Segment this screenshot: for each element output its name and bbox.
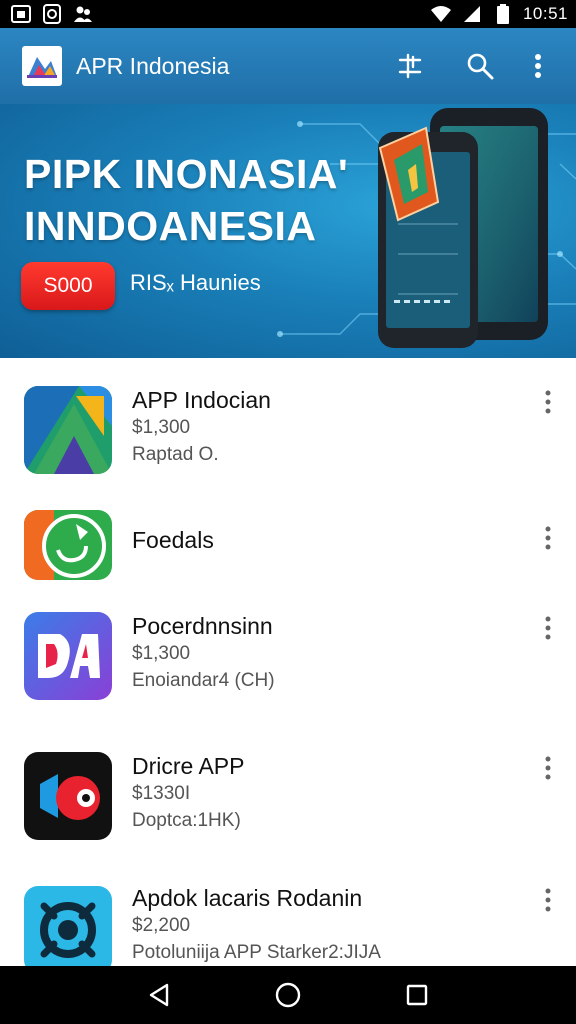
wifi-icon [430, 4, 452, 24]
app-bar: APR Indonesia [0, 28, 576, 104]
item-more-icon[interactable] [536, 880, 560, 920]
app-logo [22, 46, 62, 86]
item-text: Foedals [132, 526, 214, 554]
app-name: Dricre APP [132, 753, 245, 779]
app-name: Pocerdnnsinn [132, 613, 273, 639]
app-price: $1330I [132, 783, 191, 804]
item-more-icon[interactable] [536, 608, 560, 648]
banner-title-line1: PIPK INONASIA' [24, 151, 349, 197]
list-item[interactable]: APP Indocian $1,300 Raptad O. [0, 358, 576, 498]
item-more-icon[interactable] [536, 518, 560, 558]
item-more-icon[interactable] [536, 382, 560, 422]
list-item[interactable]: Pocerdnnsinn $1,300 Enoiandar4 (CH) [0, 598, 576, 738]
app-price: $1,300 [132, 417, 191, 438]
banner-title: PIPK INONASIA' INNDOANESIA [24, 148, 348, 252]
app-icon-letters [24, 612, 112, 700]
item-text: Pocerdnnsinn $1,300 Enoiandar4 (CH) [132, 612, 275, 694]
banner-cta-button[interactable]: S000 [21, 262, 115, 310]
search-icon[interactable] [456, 42, 504, 90]
badge-notification-icon [41, 4, 63, 24]
app-meta: Doptca:1HK) [132, 810, 241, 831]
list-item[interactable]: Apdok lacaris Rodanin $2,200 Potoluniija… [0, 868, 576, 966]
navigation-bar [0, 966, 576, 1024]
app-meta: Potoluniija APP Starker2:JIJA [132, 942, 381, 963]
app-meta: Enoiandar4 (CH) [132, 670, 275, 691]
item-text: APP Indocian $1,300 Raptad O. [132, 386, 271, 468]
app-name: Foedals [132, 527, 214, 553]
banner-subtitle: RISₓ Haunies [130, 270, 261, 295]
filter-icon[interactable] [386, 42, 434, 90]
promo-banner[interactable]: PIPK INONASIA' INNDOANESIA S000 RISₓ Hau… [0, 104, 576, 358]
app-meta: Raptad O. [132, 444, 219, 465]
item-more-icon[interactable] [536, 748, 560, 788]
app-list: APP Indocian $1,300 Raptad O. Foedals Po… [0, 358, 576, 966]
app-icon-crosshair [24, 886, 112, 966]
app-name: APP Indocian [132, 387, 271, 413]
app-icon-circle-arrow [24, 510, 112, 580]
app-price: $1,300 [132, 643, 191, 664]
list-item[interactable]: Dricre APP $1330I Doptca:1HK) [0, 738, 576, 868]
battery-icon [492, 4, 514, 24]
list-item[interactable]: Foedals [0, 498, 576, 598]
signal-icon [461, 4, 483, 24]
phones-illustration [378, 108, 548, 348]
back-icon[interactable] [134, 970, 184, 1020]
people-notification-icon [72, 4, 94, 24]
item-text: Dricre APP $1330I Doptca:1HK) [132, 752, 244, 834]
app-title: APR Indonesia [76, 52, 230, 79]
app-name: Apdok lacaris Rodanin [132, 885, 363, 911]
clock: 10:51 [522, 4, 568, 23]
item-text: Apdok lacaris Rodanin $2,200 Potoluniija… [132, 884, 381, 966]
app-icon-record [24, 752, 112, 840]
app-icon-triangle [24, 386, 112, 474]
status-bar: 10:51 [0, 0, 576, 28]
home-icon[interactable] [263, 970, 313, 1020]
image-notification-icon [10, 4, 32, 24]
banner-title-line2: INNDOANESIA [24, 203, 317, 249]
app-price: $2,200 [132, 915, 191, 936]
recents-icon[interactable] [392, 970, 442, 1020]
overflow-menu-icon[interactable] [514, 42, 562, 90]
